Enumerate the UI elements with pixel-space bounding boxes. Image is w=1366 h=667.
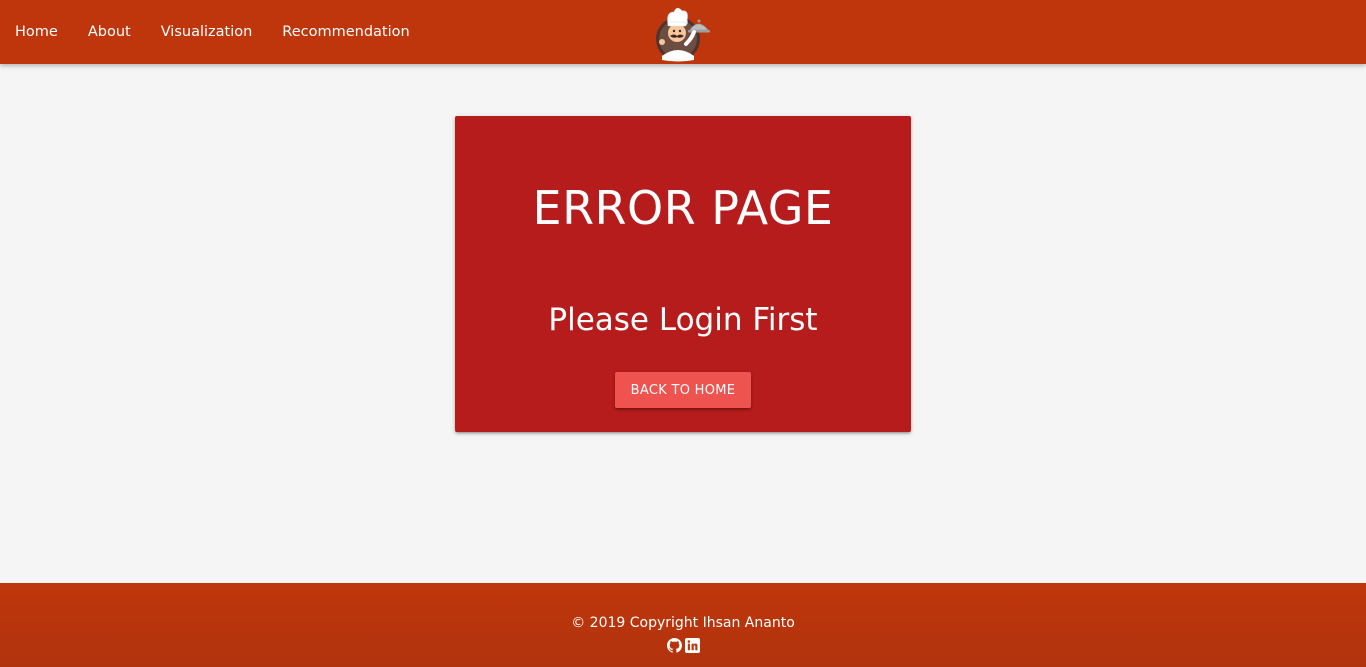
navbar: Home About Visualization Recommendation	[0, 0, 1366, 64]
nav-link-recommendation[interactable]: Recommendation	[267, 0, 424, 64]
nav-item-visualization: Visualization	[146, 0, 268, 64]
copyright-text: © 2019 Copyright Ihsan Ananto	[571, 615, 795, 631]
nav-item-home: Home	[0, 0, 73, 64]
nav-link-about[interactable]: About	[73, 0, 146, 64]
chef-mascot-logo-icon	[656, 7, 710, 62]
footer: © 2019 Copyright Ihsan Ananto	[0, 583, 1366, 667]
linkedin-icon[interactable]	[684, 638, 700, 653]
github-icon[interactable]	[666, 638, 682, 653]
nav-item-about: About	[73, 0, 146, 64]
back-to-home-button[interactable]: BACK TO HOME	[615, 372, 751, 408]
error-message: Please Login First	[548, 302, 818, 338]
nav-link-visualization[interactable]: Visualization	[146, 0, 268, 64]
brand-logo[interactable]	[648, 0, 716, 64]
error-title: ERROR PAGE	[532, 181, 834, 235]
nav-item-recommendation: Recommendation	[267, 0, 424, 64]
footer-social-links	[0, 638, 1366, 653]
nav-links: Home About Visualization Recommendation	[0, 0, 425, 64]
nav-link-home[interactable]: Home	[0, 0, 73, 64]
